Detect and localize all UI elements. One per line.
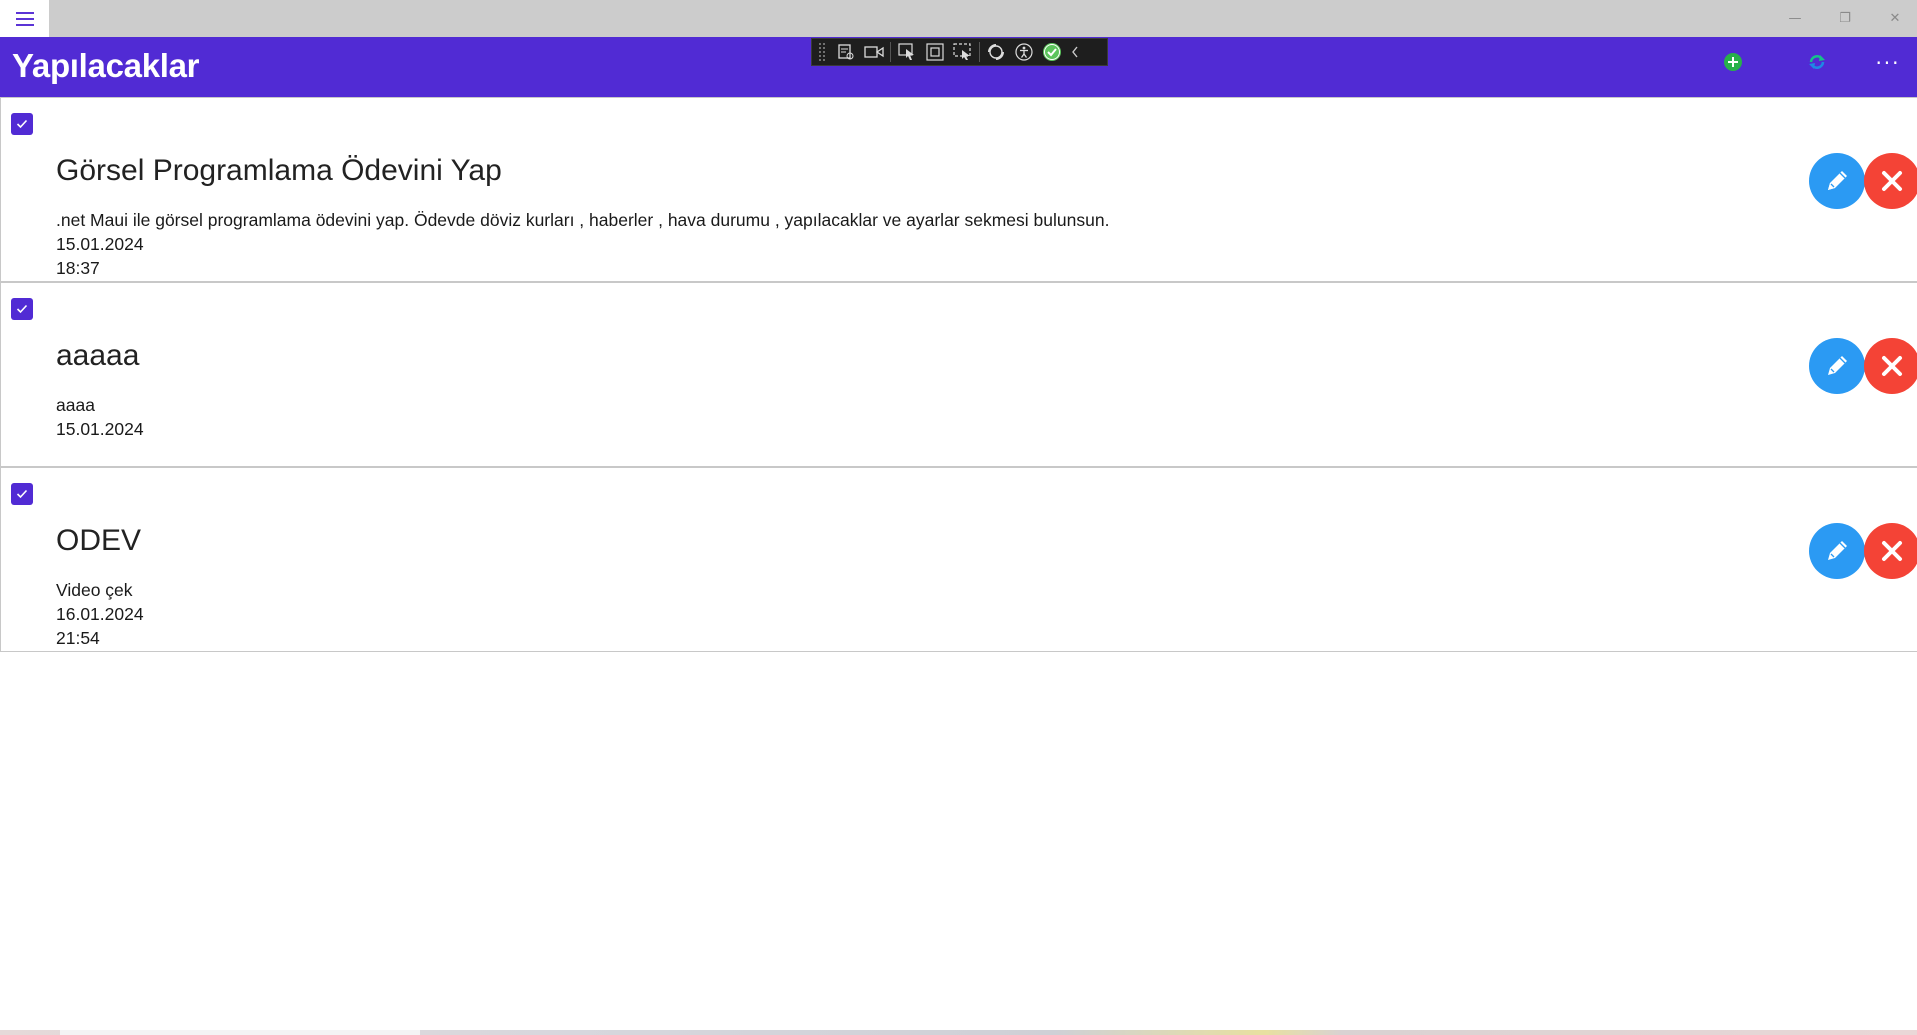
checkmark-icon: [16, 304, 28, 314]
task-title: ODEV: [56, 524, 142, 557]
toolbar-separator: [890, 42, 891, 62]
pencil-icon: [1828, 356, 1847, 375]
refresh-button[interactable]: [1806, 51, 1828, 73]
task-item: aaaaa aaaa 15.01.2024: [0, 282, 1917, 467]
hot-reload-button[interactable]: [982, 40, 1010, 64]
checkmark-icon: [16, 119, 28, 129]
task-description: aaaa: [56, 395, 95, 415]
close-icon: ✕: [1889, 11, 1901, 26]
task-description: Video çek: [56, 580, 133, 600]
close-x-icon: [1882, 356, 1902, 376]
task-time: 21:54: [56, 628, 100, 648]
toolbar-separator: [979, 42, 980, 62]
checkmark-icon: [16, 489, 28, 499]
task-title: Görsel Programlama Ödevini Yap: [56, 154, 502, 187]
hamburger-line: [15, 11, 34, 14]
minimize-icon: —: [1788, 11, 1802, 26]
layout-adorners-button[interactable]: [921, 40, 949, 64]
display-layout-adorners-icon: [926, 43, 944, 61]
delete-task-button[interactable]: [1864, 523, 1917, 579]
more-options-button[interactable]: ···: [1868, 48, 1908, 78]
hot-reload-icon: [988, 44, 1004, 60]
delete-task-button[interactable]: [1864, 153, 1917, 209]
plus-circle-icon: [1724, 53, 1742, 71]
edit-task-button[interactable]: [1809, 338, 1865, 394]
select-element-button[interactable]: [893, 40, 921, 64]
task-time: 18:37: [56, 258, 100, 278]
edit-task-button[interactable]: [1809, 153, 1865, 209]
track-focus-icon: [953, 43, 971, 60]
collapse-chevron-icon: [1072, 46, 1078, 58]
record-icon: [864, 46, 884, 58]
pencil-icon: [1828, 171, 1847, 190]
minimize-button[interactable]: —: [1770, 0, 1820, 37]
live-visual-tree-button[interactable]: [832, 40, 860, 64]
task-date: 15.01.2024: [56, 234, 144, 254]
hamburger-line: [15, 23, 34, 26]
task-done-checkbox[interactable]: [11, 483, 33, 505]
restore-icon: ❐: [1839, 11, 1851, 26]
close-x-icon: [1882, 541, 1902, 561]
window-title-bar: — ❐ ✕: [0, 0, 1917, 37]
task-date: 15.01.2024: [56, 419, 144, 439]
task-item: ODEV Video çek 16.01.2024 21:54: [0, 467, 1917, 652]
task-item: Görsel Programlama Ödevini Yap .net Maui…: [0, 97, 1917, 282]
hamburger-menu-button[interactable]: [0, 0, 49, 37]
track-focus-button[interactable]: [949, 40, 977, 64]
task-date: 16.01.2024: [56, 604, 144, 624]
record-button[interactable]: [860, 40, 888, 64]
xaml-debug-toolbar: [811, 38, 1108, 66]
task-title: aaaaa: [56, 339, 140, 372]
page-title: Yapılacaklar: [12, 47, 200, 84]
taskbar-tab: [60, 1030, 420, 1035]
hamburger-line: [15, 17, 34, 20]
accessibility-icon: [1015, 43, 1033, 61]
binding-status-button[interactable]: [1038, 40, 1066, 64]
restore-button[interactable]: ❐: [1820, 0, 1870, 37]
select-element-icon: [898, 43, 914, 60]
task-description: .net Maui ile görsel programlama ödevini…: [56, 210, 1110, 230]
collapse-toolbar-button[interactable]: [1066, 40, 1084, 64]
refresh-icon: [1809, 55, 1825, 69]
pencil-icon: [1828, 541, 1847, 560]
edit-task-button[interactable]: [1809, 523, 1865, 579]
binding-ok-icon: [1043, 43, 1061, 61]
add-task-button[interactable]: [1722, 51, 1744, 73]
close-x-icon: [1882, 171, 1902, 191]
toolbar-grip-icon[interactable]: [818, 42, 826, 62]
accessibility-button[interactable]: [1010, 40, 1038, 64]
close-window-button[interactable]: ✕: [1870, 0, 1917, 37]
delete-task-button[interactable]: [1864, 338, 1917, 394]
task-done-checkbox[interactable]: [11, 113, 33, 135]
more-icon: ···: [1875, 51, 1901, 75]
task-done-checkbox[interactable]: [11, 298, 33, 320]
live-visual-tree-icon: [838, 44, 854, 60]
